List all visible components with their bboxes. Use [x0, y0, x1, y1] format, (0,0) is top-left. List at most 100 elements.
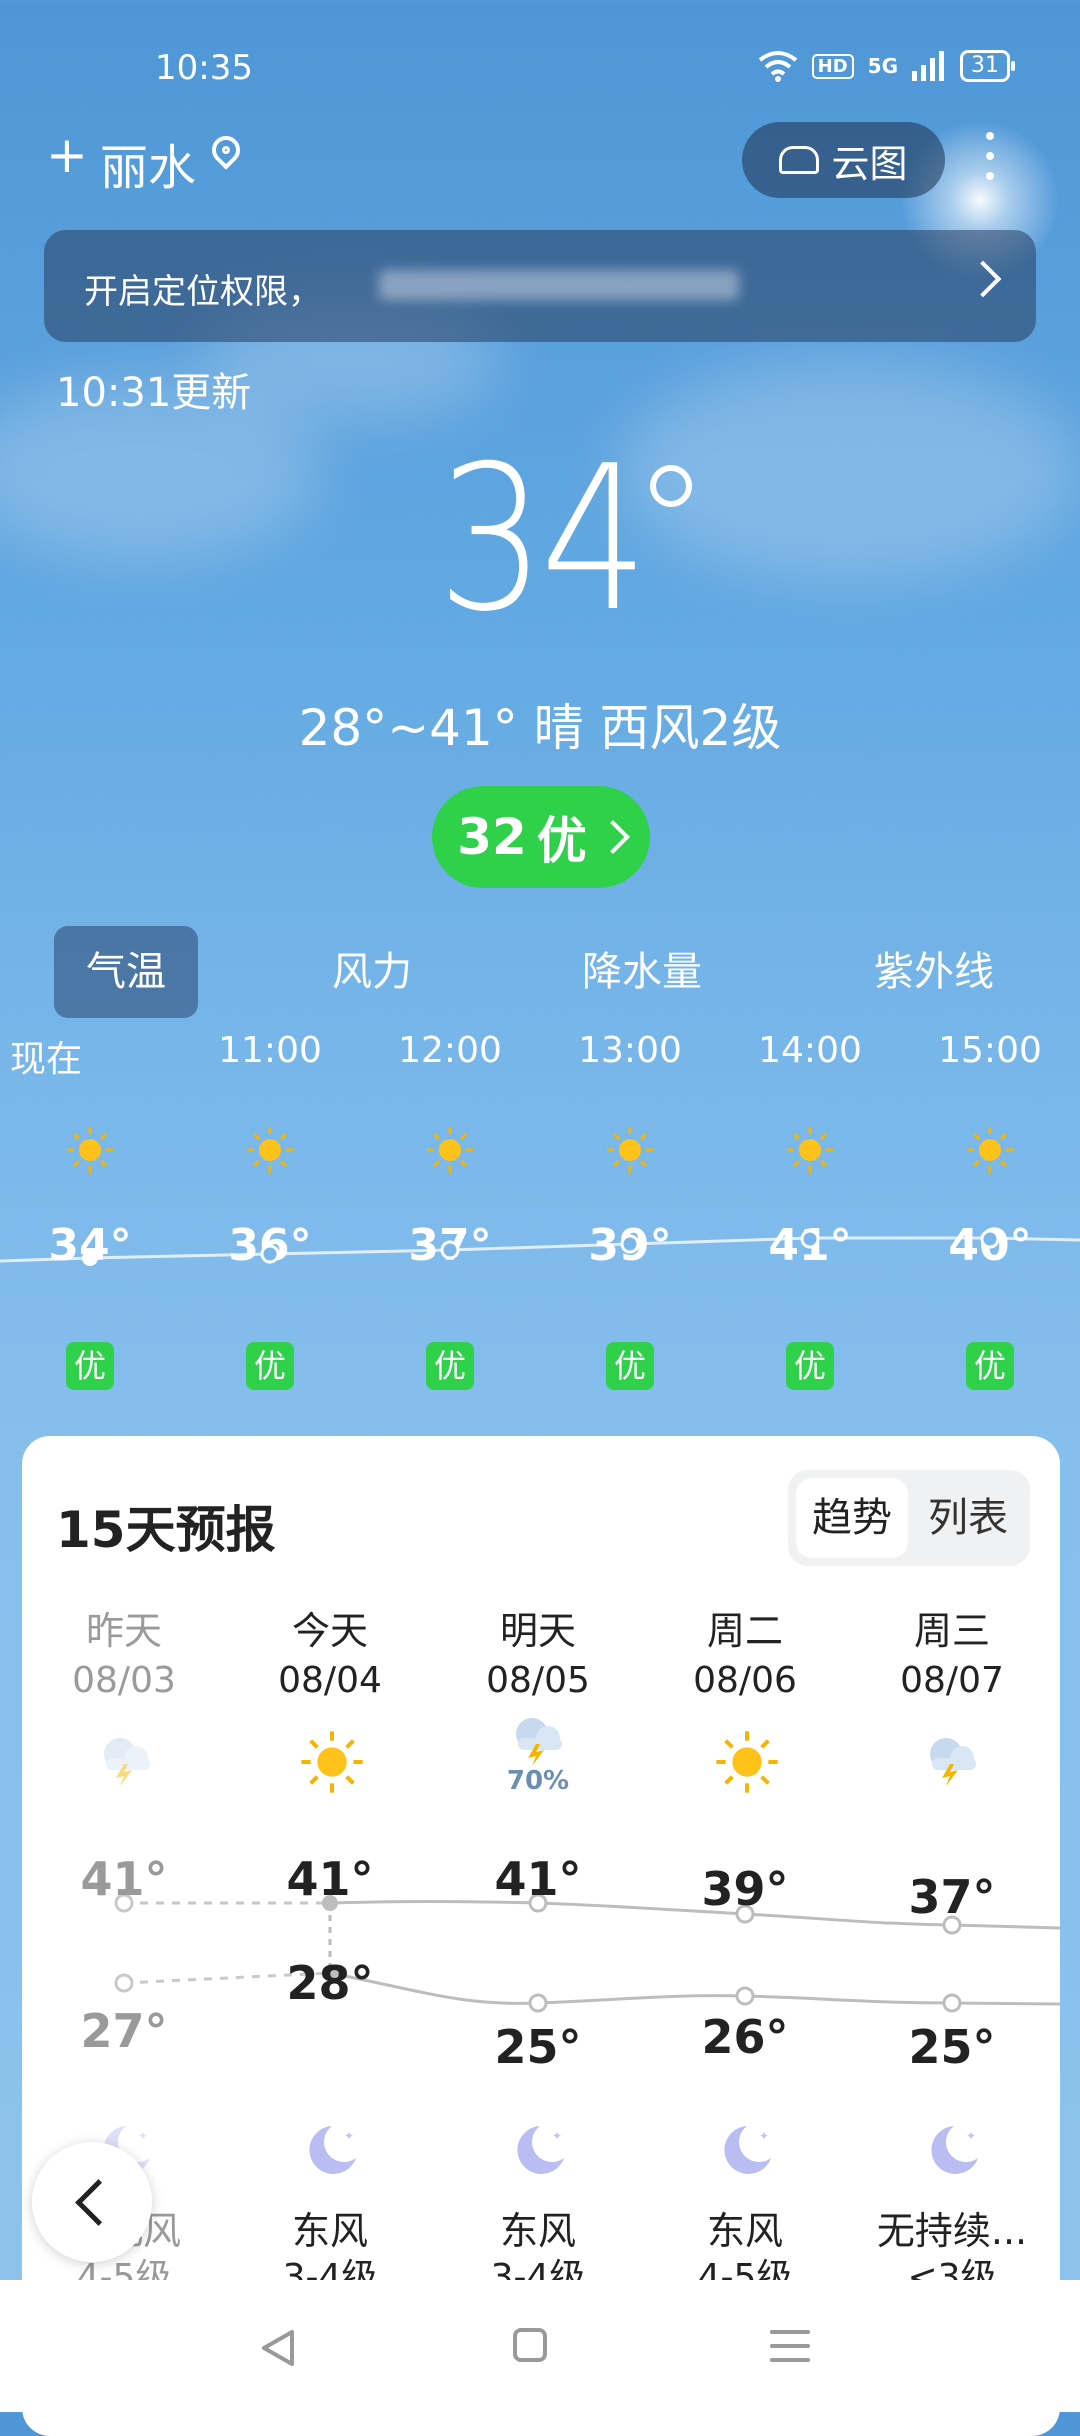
aqi-badge: 优 [66, 1342, 114, 1390]
sun-icon [787, 1127, 833, 1173]
day-low: 25° [908, 2020, 996, 2074]
aqi-value: 32 [457, 808, 527, 866]
nav-back-icon[interactable] [258, 2328, 298, 2368]
day-date: 08/05 [486, 1660, 590, 1701]
status-time: 10:35 [155, 48, 253, 88]
hour-label: 现在 [10, 1039, 83, 1080]
day-name: 昨天 [85, 1609, 162, 1653]
moon-icon: ✦ [309, 2126, 356, 2174]
hourly-temp-curve [0, 1230, 1080, 1266]
day-name: 明天 [499, 1609, 576, 1653]
day-low: 25° [494, 2020, 582, 2074]
current-temperature: 34 [436, 423, 648, 656]
hour-label: 13:00 [578, 1030, 682, 1071]
day-low: 26° [701, 2010, 789, 2064]
sun-icon [427, 1127, 473, 1173]
sun-icon [607, 1127, 653, 1173]
curve-point [980, 1230, 1000, 1249]
nav-home-icon[interactable] [513, 2328, 547, 2362]
hd-icon: HD [811, 53, 854, 79]
curve-point-now [82, 1250, 98, 1266]
day-high: 41° [80, 1852, 168, 1906]
day-wind: 东风 [706, 2209, 783, 2253]
thunder-cloud-icon [930, 1738, 976, 1786]
banner-text: 开启定位权限， [84, 272, 322, 312]
sun-icon [67, 1127, 113, 1173]
degree-symbol [650, 465, 692, 507]
day-wind: 东风 [499, 2209, 576, 2253]
weather-summary: 28°~41° 晴 西风2级 [298, 699, 782, 757]
day-low: 28° [286, 1956, 374, 2010]
tab-uv[interactable]: 紫外线 [852, 926, 1016, 1018]
more-menu-icon[interactable] [986, 132, 996, 192]
cloud-icon [779, 146, 820, 174]
aqi-badge: 优 [606, 1342, 654, 1390]
location-permission-banner[interactable]: 开启定位权限， [44, 230, 1036, 342]
update-time: 10:31更新 [56, 370, 252, 416]
aqi-button[interactable]: 32 优 [432, 786, 650, 888]
day-high: 37° [908, 1870, 996, 1924]
city-name[interactable]: 丽水 [100, 128, 196, 198]
day-wind: 无持续... [876, 2209, 1028, 2253]
wifi-icon [758, 51, 797, 82]
blurred-text [379, 270, 739, 300]
chevron-left-icon [75, 2179, 122, 2226]
cloud-map-label: 云图 [831, 141, 908, 186]
sun-icon [716, 1731, 778, 1793]
svg-text:✦: ✦ [344, 2129, 354, 2143]
curve-point [260, 1244, 280, 1264]
moon-icon: ✦ [931, 2126, 978, 2174]
back-button[interactable] [32, 2142, 152, 2262]
status-bar: 10:35 HD 5G 31 [0, 40, 1080, 100]
nav-recents-icon[interactable] [770, 2330, 810, 2372]
location-pin-icon [206, 130, 246, 170]
day-date: 08/04 [278, 1660, 382, 1701]
top-bar: + 丽水 云图 [0, 122, 1080, 202]
tab-precipitation[interactable]: 降水量 [560, 926, 724, 1018]
day-wind: 东风 [291, 2209, 368, 2253]
battery-icon: 31 [960, 50, 1015, 82]
curve-point [800, 1230, 820, 1249]
hour-label: 14:00 [758, 1030, 862, 1071]
network-type: 5G [867, 54, 898, 78]
tab-wind[interactable]: 风力 [300, 926, 444, 1018]
aqi-badge: 优 [246, 1342, 294, 1390]
day-date: 08/06 [693, 1660, 797, 1701]
thunder-cloud-icon [104, 1738, 150, 1786]
curve-point [620, 1234, 640, 1254]
signal-icon [912, 51, 944, 81]
chevron-right-icon [595, 820, 630, 854]
sun-icon [247, 1127, 293, 1173]
svg-text:✦: ✦ [552, 2129, 562, 2143]
svg-text:✦: ✦ [138, 2129, 148, 2143]
aqi-level: 优 [536, 812, 587, 870]
day-name: 周二 [706, 1609, 783, 1653]
chevron-right-icon [964, 260, 1002, 298]
system-nav-bar [0, 2280, 1080, 2412]
aqi-badge: 优 [426, 1342, 474, 1390]
day-low: 27° [80, 2004, 168, 2058]
moon-icon: ✦ [517, 2126, 564, 2174]
hour-label: 11:00 [218, 1030, 322, 1071]
svg-text:✦: ✦ [966, 2129, 976, 2143]
moon-icon: ✦ [724, 2126, 771, 2174]
day-date: 08/07 [900, 1660, 1004, 1701]
add-city-button[interactable]: + [46, 130, 88, 180]
day-high: 39° [701, 1862, 789, 1916]
aqi-badge: 优 [786, 1342, 834, 1390]
curve-point [440, 1240, 460, 1260]
tab-temperature[interactable]: 气温 [54, 926, 198, 1018]
aqi-badge: 优 [966, 1342, 1014, 1390]
day-name: 周三 [913, 1609, 990, 1653]
day-name: 今天 [291, 1609, 368, 1653]
day-date: 08/03 [72, 1660, 176, 1701]
sun-icon [301, 1731, 363, 1793]
svg-text:✦: ✦ [759, 2129, 769, 2143]
sun-icon [967, 1127, 1013, 1173]
precip-chance: 70% [506, 1766, 570, 1796]
cloud-map-button[interactable]: 云图 [742, 122, 945, 198]
hour-label: 15:00 [938, 1030, 1042, 1071]
day-high: 41° [286, 1852, 374, 1906]
hourly-tabs: 气温 风力 降水量 紫外线 [0, 926, 1080, 1018]
hour-label: 12:00 [398, 1030, 502, 1071]
